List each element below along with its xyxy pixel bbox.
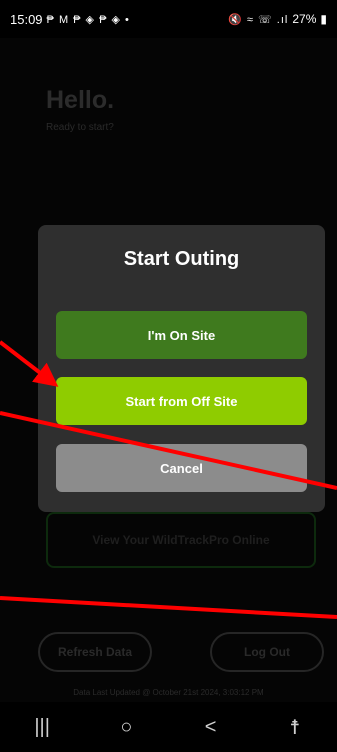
last-updated-text: Data Last Updated @ October 21st 2024, 3… xyxy=(73,688,264,697)
accessibility-icon[interactable]: ☨ xyxy=(265,715,325,740)
on-site-button[interactable]: I'm On Site xyxy=(56,311,307,359)
navigation-bar: ||| ○ < ☨ xyxy=(0,702,337,752)
battery-icon: ▮ xyxy=(320,12,327,26)
log-out-button[interactable]: Log Out xyxy=(210,632,324,672)
greeting-heading: Hello. xyxy=(46,86,115,114)
status-bar: 15:09 ₱ M ₱ ◈ ₱ ◈ • 🔇 ≈ ☏ .ıl 27% ▮ xyxy=(0,0,337,38)
recents-icon[interactable]: ||| xyxy=(12,716,72,739)
cancel-button[interactable]: Cancel xyxy=(56,444,307,492)
dialog-title: Start Outing xyxy=(123,248,240,270)
clock: 15:09 xyxy=(10,11,43,27)
refresh-data-button[interactable]: Refresh Data xyxy=(38,632,152,672)
battery-level: 27% xyxy=(292,12,317,26)
off-site-button[interactable]: Start from Off Site xyxy=(56,377,307,425)
home-icon[interactable]: ○ xyxy=(96,716,156,739)
view-online-button[interactable]: View Your WildTrackPro Online xyxy=(46,512,316,568)
back-icon[interactable]: < xyxy=(181,716,241,739)
notification-icons: ₱ M ₱ ◈ ₱ ◈ • xyxy=(46,13,130,26)
greeting-subtitle: Ready to start? xyxy=(46,122,114,133)
start-outing-dialog: Start Outing I'm On Site Start from Off … xyxy=(38,225,325,512)
system-status-icons: 🔇 ≈ ☏ .ıl xyxy=(228,13,289,26)
